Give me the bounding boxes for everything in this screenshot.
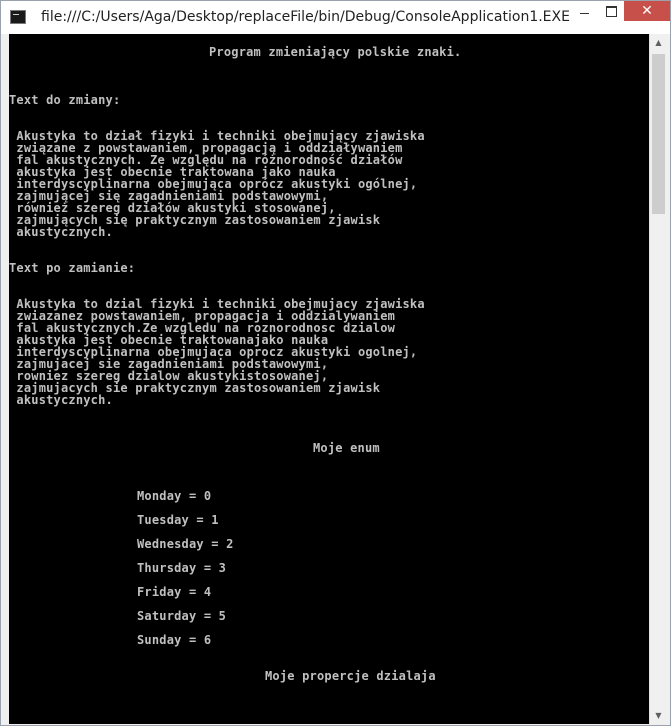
maximize-icon [605,5,617,17]
enum-item: Thursday = 3 [137,561,227,575]
enum-title: Moje enum [313,441,380,455]
label-text-before: Text do zmiany: [9,93,121,107]
enum-item: Sunday = 6 [137,633,212,647]
text-after-line: akustycznych. [9,393,113,407]
window-title: file:///C:/Users/Aga/Desktop/replaceFile… [41,9,570,25]
minimize-icon [579,13,589,14]
enum-item: Monday = 0 [137,489,212,503]
title-bar[interactable]: file:///C:/Users/Aga/Desktop/replaceFile… [1,1,670,34]
scroll-up-icon[interactable]: ▲ [650,34,667,51]
scroll-down-icon[interactable]: ▼ [650,707,667,724]
enum-item: Saturday = 5 [137,609,227,623]
enum-item: Tuesday = 1 [137,513,219,527]
vertical-scrollbar[interactable]: ▲ ▼ [649,34,667,724]
program-header: Program zmieniający polskie znaki. [209,45,462,59]
text-before-line: akustycznych. [9,225,113,239]
scrollbar-thumb[interactable] [652,54,665,214]
console-window: file:///C:/Users/Aga/Desktop/replaceFile… [0,0,671,726]
close-button[interactable]: ✕ [624,1,670,21]
maximize-button[interactable] [598,1,624,21]
minimize-button[interactable] [570,1,598,21]
enum-item: Friday = 4 [137,585,212,599]
console-app-icon[interactable] [10,10,26,24]
enum-item: Wednesday = 2 [137,537,234,551]
label-text-after: Text po zamianie: [9,261,136,275]
properties-title: Moje propercje dzialaja [265,669,436,683]
console-output[interactable]: Program zmieniający polskie znaki. Text … [9,34,649,724]
close-icon: ✕ [641,3,653,19]
